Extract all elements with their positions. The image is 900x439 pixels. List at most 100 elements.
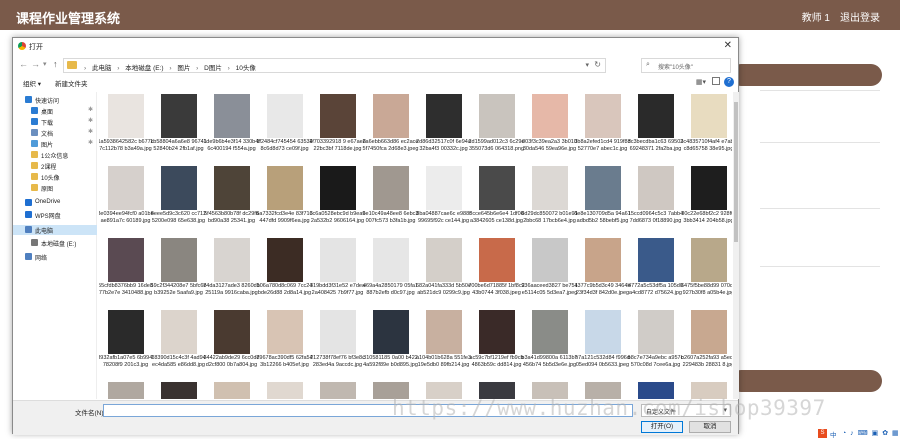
file-item[interactable]: 6e10c49a48ee8 6ebc3007fc573 b3fa1b.jpg	[362, 166, 419, 234]
file-item[interactable]: 8e8e130709d5a 94a61adbd5b2 58bebf5.jpg	[574, 166, 631, 234]
file-item[interactable]: 8932afb1a07e5 6b994f78208f9 201c3.jpg	[99, 310, 154, 378]
nav-item[interactable]: 桌面 ✱	[13, 106, 97, 116]
nav-item[interactable]: 下载 ✱	[13, 117, 97, 127]
file-item[interactable]: b3a41d99800a 6113b7456b74 5b5d3e6e.jpg	[521, 310, 578, 378]
tray-icons[interactable]: ◔ ♪ ⌨ ▣ ✿ ▦	[842, 429, 900, 437]
file-item[interactable]: b8c7e734a9ebc a957c570c08d 7cee6a.jpg	[627, 310, 684, 378]
file-item[interactable]: 1f2484cf745454 635348c6d8d73 ce09f.jpg	[256, 94, 313, 162]
file-item[interactable]: 2d86d32517c0f 6e94a32ba4f3 00332c.jpg	[415, 94, 472, 162]
file-item[interactable]: 8ba04887cae6c e988f99695f92c ce144.jpg	[415, 166, 472, 234]
organize-button[interactable]: 组织 ▾	[23, 78, 41, 88]
nav-item[interactable]: 2课程	[13, 161, 97, 171]
nav-item[interactable]: 本地磁盘 (E:)	[13, 238, 97, 248]
file-item[interactable]: 700be6d71885f 1bf8c243b0744 3f038.jpeg	[468, 238, 525, 306]
pin-icon[interactable]: ✱	[88, 128, 93, 135]
file-item[interactable]: b2607a252fa93 a5eda229483b 28831 8.jpg	[680, 310, 732, 378]
file-item[interactable]: 1de9b6b4e3f14 330b4f6c400194 f554a.jpg	[203, 94, 260, 162]
file-item[interactable]: 106a780d8c069 7cc24bde26d88 2d8a14.jpg	[256, 238, 313, 306]
file-item[interactable]: 79678ac390df5 62fa543b12266 b405ef.jpg	[256, 310, 313, 378]
nav-item[interactable]: 10头像	[13, 172, 97, 182]
file-item[interactable]: 8d29dc850072 b01e912bbc68 17bcb6e4.jpg	[521, 166, 578, 234]
file-item[interactable]: 6a7332fcd3e4e 83f713447dfd 9909f6ea.jpg	[256, 166, 313, 234]
preview-pane-icon[interactable]	[712, 77, 720, 85]
file-item[interactable]: 2d1599ad012c3 6c29e355073d6 064318.png	[468, 94, 525, 162]
new-folder-button[interactable]: 新建文件夹	[55, 78, 88, 88]
file-item[interactable]: 212738f78ef76 bf3e8c283ed4a 9accdc.jpg	[309, 310, 366, 378]
nav-item[interactable]: 快速访问	[13, 95, 97, 105]
nav-item[interactable]: 1公众信息	[13, 150, 97, 160]
file-item[interactable]: b7a121c532d84 f996d05ed094 0b5633.jpeg	[574, 310, 631, 378]
pin-icon[interactable]: ✱	[88, 139, 93, 146]
view-options-icon[interactable]: ▦▾	[696, 78, 706, 86]
file-item[interactable]: 319bdd3f31e52 e7dea2a408425 7b9f77.jpg	[309, 238, 366, 306]
breadcrumb-avatars[interactable]: 10头像	[236, 65, 256, 72]
file-item[interactable]: 003f3c39ea2a3 3b01030da546 59ea96e.jpg	[521, 94, 578, 162]
file-item[interactable]: 5f4563b80b78f dc29fbbd90a38 25341.jpg	[203, 166, 260, 234]
file-item[interactable]: 469a4a2850179 05fa1887b2efb d0c97.jpg	[362, 238, 419, 306]
file-item[interactable]: 6c6a0528ebc9d b9ea92a532b2 9606164.jpg	[309, 166, 366, 234]
file-item[interactable]: a104b01b628a 551fe319e5db0 89fb214.jpg	[415, 310, 472, 378]
sogou-icon[interactable]: S	[818, 429, 827, 438]
search-input[interactable]: ⌕ 搜索"10头像"	[641, 58, 731, 73]
file-item[interactable]	[203, 382, 260, 399]
nav-item[interactable]: 网络	[13, 252, 97, 262]
file-item[interactable]: 8cce645b6e6e4 1df06a3842605 ce138d.jpg	[468, 166, 525, 234]
file-item[interactable]: 4772a5c53df5a 105d0a4cd8772 d75624.jpg	[627, 238, 684, 306]
logout-link[interactable]: 退出登录	[840, 9, 880, 24]
file-item[interactable]: 1b58804a6a6e8 9674152840b24 2fb1af.jpg	[150, 94, 207, 162]
file-item[interactable]: 1f703392918 9 e67ae822bc3bf 7118de.jpg	[309, 94, 366, 162]
file-item[interactable]: 2a6ebb663d86 ec2ace5f7450fca 2d68e3.jpeg	[362, 94, 419, 162]
input-language[interactable]: 中	[830, 429, 837, 439]
breadcrumb-this-pc[interactable]: 此电脑	[92, 65, 112, 72]
open-button[interactable]: 打开(O)	[641, 421, 683, 433]
file-item[interactable]: 3c4835710f4af4 e7ab1c8d65758 38e95.jpg	[680, 94, 732, 162]
file-item[interactable]	[99, 382, 154, 399]
file-item[interactable]: 310581185 0a00 b4224a592f89e b0d895.jpg	[362, 310, 419, 378]
help-icon[interactable]: ?	[724, 77, 734, 87]
pin-icon[interactable]: ✱	[88, 117, 93, 124]
dialog-titlebar[interactable]: 打开 ✕	[13, 38, 738, 54]
file-item[interactable]	[256, 382, 313, 399]
nav-item[interactable]: 原图	[13, 183, 97, 193]
nav-item[interactable]: 文档 ✱	[13, 128, 97, 138]
address-bar[interactable]: › 此电脑 › 本地磁盘 (E:) › 图片 › D图片 › 10头像 ▾ ↻	[63, 58, 606, 73]
nav-item[interactable]: 图片 ✱	[13, 139, 97, 149]
nav-item[interactable]: OneDrive	[13, 198, 97, 208]
file-item[interactable]: 3c3becdba1c63 6950269248371 2fa2ba.jpg	[627, 94, 684, 162]
file-item[interactable]: 74da3127ade3 8260db25119a 9916caba.jpg	[203, 238, 260, 306]
vertical-scrollbar[interactable]	[733, 92, 739, 399]
file-item[interactable]: 1a5938642582c b677c7c112b78 b3a49a.jpg	[99, 94, 154, 162]
file-item[interactable]: 59c2f344208e7 5bfc6bb39252e 5aafa9.jpg	[150, 238, 207, 306]
refresh-icon[interactable]: ↻	[594, 60, 601, 69]
file-item[interactable]: 30c22e68bf2c2 928f0f3bb3414 204b58.jpg	[680, 166, 732, 234]
breadcrumb-local-disk[interactable]: 本地磁盘 (E:)	[125, 65, 163, 72]
file-item[interactable]: 3b8a2efed1cd4 919f8d52770e7 abec1c.jpg	[574, 94, 631, 162]
file-item[interactable]: 18390d15c4c3f 4ad94ec4da585 e86dd8.jpg	[150, 310, 207, 378]
breadcrumb-d-pictures[interactable]: D图片	[204, 65, 222, 72]
file-item[interactable]: 936aaceed3827 be751e5114c05 5d3ea7.jpeg	[521, 238, 578, 306]
scrollbar-thumb[interactable]	[734, 102, 738, 242]
file-item[interactable]	[150, 382, 207, 399]
current-user[interactable]: 教师 1	[802, 9, 830, 24]
up-arrow-icon[interactable]: ↑	[53, 59, 58, 69]
file-item[interactable]: 682a041fa333d 5b50eab521dc9 0299c9.jpg	[415, 238, 472, 306]
cancel-button[interactable]: 取消	[689, 421, 731, 433]
file-item[interactable]: 3e0394ee94fcf0 a01bbae891a7c 60189.jpg	[99, 166, 154, 234]
file-item[interactable]: 34422ab9de29 6cc0d8d2cf800 0b7a804.jpg	[203, 310, 260, 378]
nav-item[interactable]: 此电脑	[13, 225, 97, 235]
recent-chevron-icon[interactable]: ▾	[43, 60, 47, 68]
file-item[interactable]: 15ccd0964c5c3 7abb47dd6873 0f18890.jpg	[627, 166, 684, 234]
breadcrumb-pictures[interactable]: 图片	[177, 65, 190, 72]
close-icon[interactable]: ✕	[724, 40, 732, 51]
back-arrow-icon[interactable]: ←	[19, 59, 28, 69]
pin-icon[interactable]: ✱	[88, 106, 93, 113]
file-item[interactable]	[309, 382, 366, 399]
file-item[interactable]: 6475f5be88d99 070d4927b30f8 a05b4e.jpg	[680, 238, 732, 306]
file-item[interactable]: 4377c9b5d3c49 3464b23f34d3f 842d0e.jpeg	[574, 238, 631, 306]
chevron-down-icon[interactable]: ▾	[585, 61, 589, 69]
nav-item[interactable]: WPS网盘	[13, 210, 97, 220]
file-item[interactable]: 55cfdb8376bb9 16de877b2e7e 3410488.jpg	[99, 238, 154, 306]
file-item[interactable]: 4eee5d9c3c620 cc7125200e098 65e638.jpg	[150, 166, 207, 234]
file-item[interactable]: ac59c7bf1219ef fb9cb4863b59c dd814.jpg	[468, 310, 525, 378]
forward-arrow-icon[interactable]: →	[31, 59, 40, 69]
